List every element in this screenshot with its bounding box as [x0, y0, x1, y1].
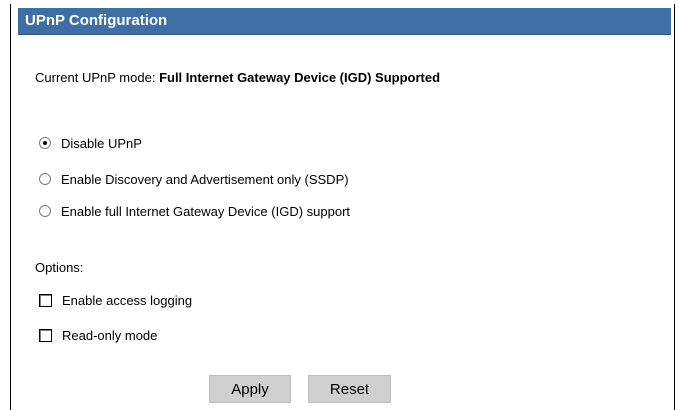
- panel-header: UPnP Configuration: [18, 8, 671, 35]
- radio-option-igd[interactable]: Enable full Internet Gateway Device (IGD…: [39, 202, 350, 220]
- checkbox-label-access-logging: Enable access logging: [62, 292, 193, 308]
- radio-button-disable-upnp[interactable]: [39, 137, 51, 149]
- checkbox-read-only[interactable]: [39, 328, 52, 342]
- checkbox-row-read-only[interactable]: Read-only mode: [39, 326, 157, 344]
- radio-option-ssdp[interactable]: Enable Discovery and Advertisement only …: [39, 170, 349, 188]
- current-mode-value: Full Internet Gateway Device (IGD) Suppo…: [159, 70, 441, 85]
- radio-button-igd[interactable]: [39, 205, 51, 217]
- panel-title: UPnP Configuration: [25, 12, 168, 29]
- current-mode-label: Current UPnP mode:: [35, 70, 156, 85]
- options-heading: Options:: [35, 260, 84, 275]
- checkbox-access-logging[interactable]: [39, 293, 52, 307]
- radio-label-disable-upnp: Disable UPnP: [61, 135, 142, 151]
- checkbox-row-access-logging[interactable]: Enable access logging: [39, 291, 192, 309]
- radio-label-ssdp: Enable Discovery and Advertisement only …: [61, 171, 349, 187]
- radio-button-ssdp[interactable]: [39, 173, 51, 185]
- apply-button[interactable]: Apply: [209, 375, 291, 403]
- radio-label-igd: Enable full Internet Gateway Device (IGD…: [61, 203, 351, 219]
- current-mode-line: Current UPnP mode: Full Internet Gateway…: [35, 70, 440, 86]
- reset-button[interactable]: Reset: [308, 375, 391, 403]
- radio-option-disable-upnp[interactable]: Disable UPnP: [39, 134, 142, 152]
- checkbox-label-read-only: Read-only mode: [62, 327, 158, 343]
